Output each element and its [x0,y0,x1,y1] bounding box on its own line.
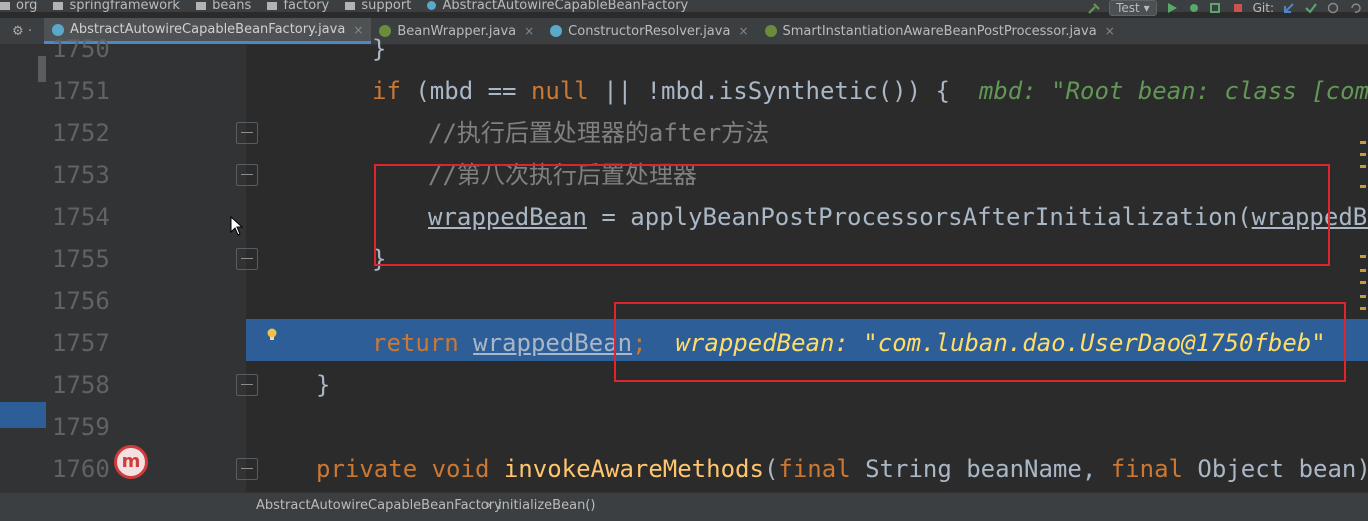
editor-breadcrumb-bar: AbstractAutowireCapableBeanFactory › ini… [0,492,1368,521]
line-number: 1751 [52,77,110,105]
run-configuration-select[interactable]: Test ▾ [1109,0,1157,16]
keyword: if [372,77,401,105]
error-stripe[interactable] [1360,45,1366,495]
tabs-settings-gear-icon[interactable]: ⚙ · [0,18,44,44]
run-icon[interactable] [1165,2,1179,14]
line-number: 1755 [52,245,110,273]
tab-smart-instantiation-aware-bean-post-processor[interactable]: SmartInstantiationAwareBeanPostProcessor… [757,18,1123,44]
highlight-box-post-processor [374,164,1330,266]
fold-marker-icon[interactable] [236,122,258,144]
git-label: Git: [1252,1,1274,15]
line-number: 1752 [52,119,110,147]
line-number: 1750 [52,35,110,63]
build-hammer-icon[interactable] [1087,2,1101,14]
line-number: 1756 [52,287,110,315]
breadcrumb-method[interactable]: initializeBean() [498,493,595,519]
breadcrumb-item-support[interactable]: support [345,0,417,12]
breadcrumb-class[interactable]: AbstractAutowireCapableBeanFactory [256,493,502,519]
stop-icon[interactable] [1231,2,1245,14]
class-icon [427,1,437,10]
close-tab-icon[interactable]: × [738,24,748,38]
keyword: final [778,455,851,483]
close-tab-icon[interactable]: × [1105,24,1115,38]
highlight-box-return-value [614,302,1346,382]
breadcrumb-item-class[interactable]: AbstractAutowireCapableBeanFactory [427,0,694,12]
breadcrumb-separator: › [486,498,492,513]
line-number: 1760 [52,455,110,483]
line-number: 1757 [52,329,110,357]
code-line-1752-comment[interactable]: //执行后置处理器的after方法 [428,112,769,154]
coverage-icon[interactable] [1209,2,1223,14]
fold-marker-icon[interactable] [236,248,258,270]
keyword: null [530,77,589,105]
breadcrumb-item-springframework[interactable]: springframework [53,0,185,12]
line-number: 1753 [52,161,110,189]
folder-icon [196,1,207,10]
project-panel-scrollbar[interactable] [38,56,46,82]
main-toolbar: Test ▾ Git: [1087,0,1368,16]
tab-constructor-resolver[interactable]: ConstructorResolver.java × [542,18,756,44]
fold-marker-icon[interactable] [236,458,258,480]
tab-bean-wrapper[interactable]: BeanWrapper.java × [371,18,542,44]
close-tab-icon[interactable]: × [353,23,363,37]
breadcrumb-item-factory[interactable]: factory [267,0,335,12]
fold-marker-icon[interactable] [236,164,258,186]
class-icon [550,25,563,37]
git-update-icon[interactable] [1282,2,1296,14]
variable-reference: wrappedBean [473,329,633,357]
line-number: 1754 [52,203,110,231]
git-rollback-icon[interactable] [1348,2,1362,14]
mouse-cursor-icon [230,216,244,236]
git-history-icon[interactable] [1326,2,1340,14]
method-name: invokeAwareMethods [503,455,764,483]
debug-icon[interactable] [1187,2,1201,14]
inline-debug-hint: mbd: "Root bean: class [com.l [978,77,1368,105]
line-number: 1758 [52,371,110,399]
folder-icon [267,1,278,10]
code-line-1750[interactable]: } [372,28,386,70]
keyword: private void [316,455,504,483]
git-commit-icon[interactable] [1304,2,1318,14]
folder-icon [0,1,10,10]
code-line-1760[interactable]: private void invokeAwareMethods(final St… [316,448,1368,490]
close-tab-icon[interactable]: × [524,24,534,38]
breadcrumb-item-beans[interactable]: beans [196,0,257,12]
project-selected-item [0,402,46,428]
watermark-logo-icon: m [114,445,148,479]
line-number: 1759 [52,413,110,441]
breadcrumb-item-org[interactable]: org [0,0,43,12]
folder-icon [53,1,64,10]
fold-marker-icon[interactable] [236,374,258,396]
code-line-1758[interactable]: } [316,364,330,406]
code-line-1751[interactable]: if (mbd == null || !mbd.isSynthetic()) {… [372,70,1368,112]
interface-icon [764,25,777,37]
folder-icon [345,1,356,10]
editor-tab-bar: ⚙ · AbstractAutowireCapableBeanFactory.j… [0,18,1368,45]
keyword: final [1110,455,1183,483]
intention-lightbulb-icon[interactable] [266,328,278,342]
keyword: return [372,329,459,357]
code-editor[interactable] [246,45,1368,495]
